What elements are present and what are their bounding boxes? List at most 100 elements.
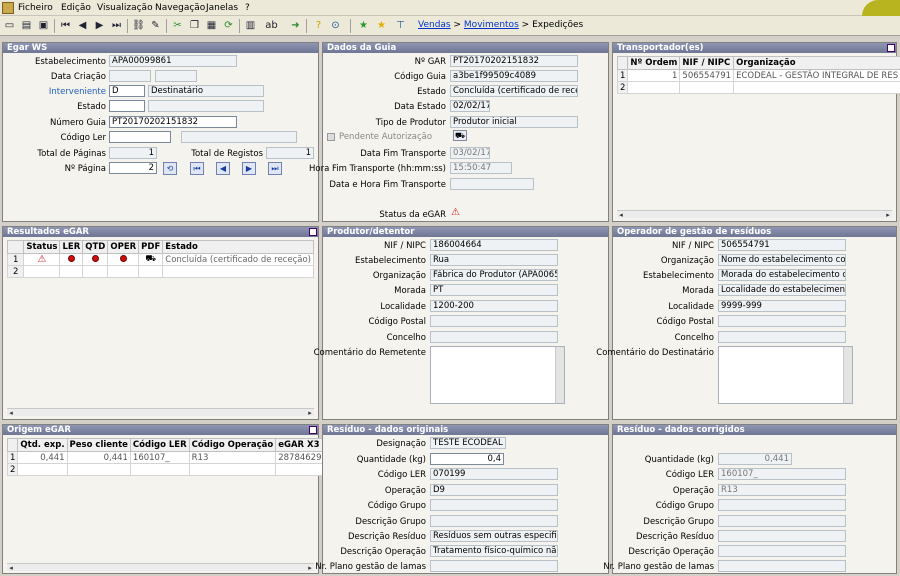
estado-code-field[interactable] [109,100,145,112]
brand-logo [862,0,900,16]
copy-icon[interactable]: ❐ [187,18,202,33]
status-dot-icon [119,254,127,262]
panel-title: Transportador(es) [613,43,896,53]
codigo-postal-label: Código Postal [656,317,714,327]
truck-icon[interactable]: ⛟ [453,130,467,141]
first-page-button[interactable]: ⏮ [190,162,204,175]
horizontal-scrollbar[interactable]: ◂ ▸ [617,210,892,219]
resultados-panel: Resultados eGAR Status LER QTD OPER PDF Estad… [2,226,319,420]
prev-page-button[interactable]: ◀ [216,162,230,175]
expand-icon[interactable] [887,44,895,52]
comentario-textarea[interactable] [430,346,565,404]
interveniente-link[interactable]: Interveniente [49,87,106,97]
operacao-label: Operação [384,486,426,496]
new-icon[interactable]: ▭ [2,18,17,33]
app-icon [2,2,14,14]
favorite-icon[interactable]: ★ [374,18,389,33]
breadcrumb-sep: > [453,20,462,30]
query-icon[interactable]: ⊙ [328,18,343,33]
col-n-ordem[interactable]: Nº Ordem [627,56,681,70]
paste-icon[interactable]: ▦ [204,18,219,33]
menu-edicao[interactable]: Edição [61,3,91,13]
estabelecimento-field[interactable]: APA00099861 [109,55,237,67]
save-icon[interactable]: ▣ [36,18,51,33]
quantidade-field[interactable]: 0,4 [430,453,504,465]
vertical-scrollbar[interactable] [555,347,564,403]
descricao-grupo-field [430,515,558,527]
table-row[interactable]: 1 ⚠ ⛟ Concluída (certificado de receção) [6,253,314,266]
pdf-icon[interactable]: ⛟ [138,253,164,266]
transportador-table: Nº Ordem NIF / NIPC Organização 1 1 50655479… [616,56,900,94]
menu-help[interactable]: ? [245,3,250,13]
table-row[interactable]: 2 [6,463,325,476]
col-nif[interactable]: NIF / NIPC [679,56,735,70]
table-row[interactable]: 1 1 506554791 ECODEAL - GESTÃO INTEGRAL DE … [616,69,900,82]
menu-visualizacao[interactable]: Visualização [97,3,153,13]
next-record-icon[interactable]: ▶ [92,18,107,33]
hora-fim-label: Hora Fim Transporte (hh:mm:ss) [309,164,446,174]
expand-icon[interactable] [309,228,317,236]
last-page-button[interactable]: ⏭ [268,162,282,175]
grid-icon[interactable]: ▥ [243,18,258,33]
expand-icon[interactable] [309,426,317,434]
pendente-checkbox[interactable] [327,133,335,141]
col-organizacao[interactable]: Organização [733,56,900,70]
data-fim-label: Data Fim Transporte [360,149,446,159]
prev-record-icon[interactable]: ◀ [75,18,90,33]
go-icon[interactable]: ➜ [288,18,303,33]
text-icon[interactable]: ab [264,18,279,33]
descricao-residuo-field: Resíduos sem outras especificaçõe [430,530,558,542]
menu-bar: Ficheiro Edição Visualização Navegação J… [0,0,900,16]
cut-icon[interactable]: ✂ [170,18,185,33]
data-estado-field: 02/02/17 [450,100,490,112]
interveniente-code-field[interactable]: D [109,85,145,97]
data-criacao-field[interactable] [109,70,151,82]
produtor-panel: Produtor/detentor NIF / NIPC 186004664 E… [314,226,609,420]
vertical-scrollbar[interactable] [843,347,852,403]
numero-guia-label: Número Guia [49,118,106,128]
table-row[interactable]: 2 [6,265,314,278]
favorite-add-icon[interactable]: ★ [356,18,371,33]
data-criacao-field-2[interactable] [155,70,197,82]
organizacao-field: Nome do estabelecimento com o có [718,254,846,266]
operacao-label: Operação [672,486,714,496]
morada-label: Morada [682,286,714,296]
hora-fim-field: 15:50:47 [450,162,512,174]
menu-ficheiro[interactable]: Ficheiro [18,3,53,13]
next-page-button[interactable]: ▶ [242,162,256,175]
menu-janelas[interactable]: Janelas [206,3,238,13]
last-record-icon[interactable]: ⏭ [109,18,124,33]
search-icon[interactable]: ⟲ [163,162,177,175]
table-row[interactable]: 2 [616,81,900,94]
residuo-originais-panel: Resíduo - dados originais Designação TES… [315,424,609,574]
localidade-label: Localidade [380,302,426,312]
signpost-icon[interactable]: ⊤ [393,18,408,33]
panel-title: Operador de gestão de resíduos [613,227,896,237]
codigo-ler-field[interactable] [109,131,171,143]
organizacao-label: Organização [372,271,426,281]
n-pagina-label: Nº Página [64,164,106,174]
help-icon[interactable]: ? [311,18,326,33]
link-icon[interactable]: ⛓ [131,18,146,33]
estado-label: Estado [417,87,446,97]
breadcrumb-vendas[interactable]: Vendas [418,20,451,30]
data-hora-fim-label: Data e Hora Fim Transporte [329,180,446,190]
refresh-icon[interactable]: ⟳ [221,18,236,33]
table-row[interactable]: 1 0,441 0,441 160107_ R13 28784629 [6,451,325,464]
concelho-field [430,331,558,343]
horizontal-scrollbar[interactable]: ◂ ▸ [7,563,314,572]
edit-icon[interactable]: ✎ [148,18,163,33]
numero-guia-field[interactable]: PT20170202151832 [109,116,237,128]
morada-field: PT [430,284,558,296]
comentario-textarea[interactable] [718,346,853,404]
organizacao-label: Organização [660,256,714,266]
first-record-icon[interactable]: ⏮ [58,18,73,33]
horizontal-scrollbar[interactable]: ◂ ▸ [7,408,314,417]
concelho-label: Concelho [674,333,714,343]
n-pagina-field[interactable]: 2 [109,162,157,174]
codigo-ler-field: 070199 [430,468,558,480]
print-icon[interactable]: ▤ [19,18,34,33]
menu-navegacao[interactable]: Navegação [155,3,205,13]
codigo-ler-label: Código LER [665,470,714,480]
breadcrumb-movimentos[interactable]: Movimentos [464,20,519,30]
